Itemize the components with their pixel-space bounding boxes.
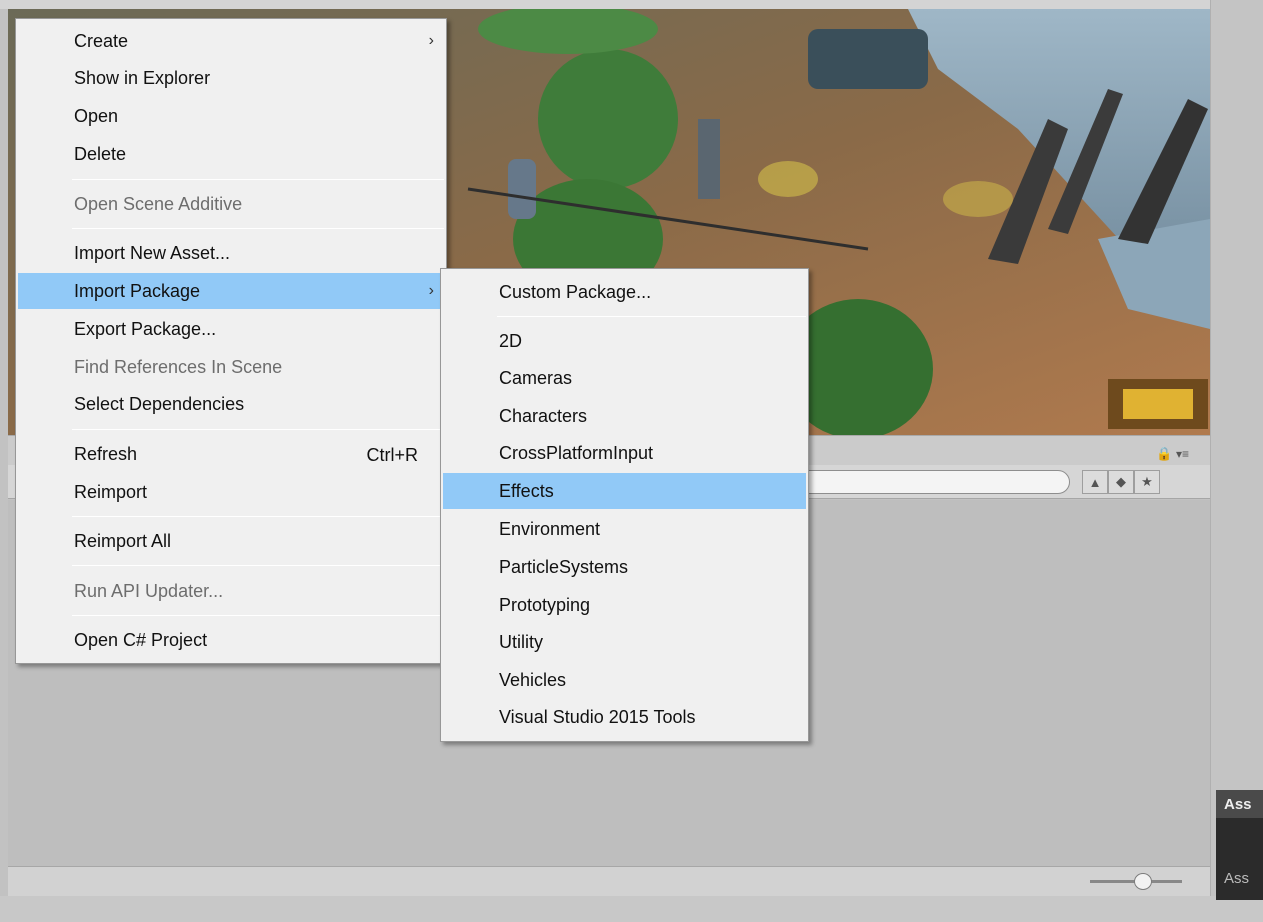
submenu-item-label: CrossPlatformInput	[499, 442, 654, 463]
filter-by-type-button[interactable]: ▲	[1082, 470, 1108, 494]
menu-item-label: Open Scene Additive	[74, 193, 243, 214]
submenu-item-label: Visual Studio 2015 Tools	[499, 706, 696, 727]
submenu-item-label: ParticleSystems	[499, 556, 629, 577]
menu-separator	[72, 228, 444, 229]
tag-icon: ◆	[1116, 474, 1126, 489]
menu-item-open-scene-additive: Open Scene Additive	[18, 186, 444, 222]
menu-item-label: Run API Updater...	[74, 580, 224, 601]
menu-item-export-package[interactable]: Export Package...	[18, 311, 444, 347]
star-icon: ★	[1141, 474, 1153, 489]
menu-item-import-new-asset[interactable]: Import New Asset...	[18, 235, 444, 271]
search-input[interactable]	[790, 470, 1070, 494]
submenu-item-utility[interactable]: Utility	[443, 624, 806, 660]
menu-item-open[interactable]: Open	[18, 98, 444, 134]
menu-item-open-csharp-project[interactable]: Open C# Project	[18, 622, 444, 658]
filter-type-icon: ▲	[1088, 474, 1102, 490]
submenu-item-label: Characters	[499, 405, 588, 426]
menu-item-reimport-all[interactable]: Reimport All	[18, 523, 444, 559]
menu-item-label: Refresh	[74, 443, 138, 464]
menu-item-label: Select Dependencies	[74, 393, 245, 414]
favorites-button[interactable]: ★	[1134, 470, 1160, 494]
menu-item-delete[interactable]: Delete	[18, 136, 444, 172]
panel-menu-icon[interactable]: ▾≡	[1176, 447, 1189, 461]
menu-separator	[72, 179, 444, 180]
asset-store-panel: Ass Ass	[1216, 790, 1263, 900]
submenu-item-2d[interactable]: 2D	[443, 323, 806, 359]
menu-separator	[72, 429, 444, 430]
menu-item-label: Find References In Scene	[74, 356, 283, 377]
menu-item-label: Export Package...	[74, 318, 217, 339]
menu-item-label: Open	[74, 105, 119, 126]
menu-item-run-api-updater: Run API Updater...	[18, 573, 444, 609]
menu-item-label: Reimport	[74, 481, 148, 502]
submenu-item-crossplatforminput[interactable]: CrossPlatformInput	[443, 435, 806, 471]
submenu-item-label: Effects	[499, 480, 554, 501]
submenu-item-particlesystems[interactable]: ParticleSystems	[443, 549, 806, 585]
menu-item-label: Delete	[74, 143, 127, 164]
submenu-item-environment[interactable]: Environment	[443, 511, 806, 547]
right-panel-gutter	[1210, 0, 1263, 922]
submenu-item-label: Environment	[499, 518, 601, 539]
chevron-right-icon: ›	[428, 282, 434, 299]
top-strip	[0, 0, 1263, 9]
submenu-item-effects[interactable]: Effects	[443, 473, 806, 509]
asset-panel-footer: Ass	[1224, 870, 1250, 887]
menu-item-select-dependencies[interactable]: Select Dependencies	[18, 386, 444, 422]
menu-item-find-references: Find References In Scene	[18, 349, 444, 385]
zoom-slider-thumb[interactable]	[1134, 873, 1152, 890]
submenu-item-label: Prototyping	[499, 594, 591, 615]
menu-separator	[72, 516, 444, 517]
menu-separator	[72, 565, 444, 566]
menu-item-reimport[interactable]: Reimport	[18, 474, 444, 510]
context-menu: Create › Show in Explorer Open Delete Op…	[15, 18, 447, 664]
submenu-item-vehicles[interactable]: Vehicles	[443, 662, 806, 698]
submenu-item-label: Vehicles	[499, 669, 567, 690]
menu-item-label: Show in Explorer	[74, 67, 211, 88]
submenu-item-label: Custom Package...	[499, 281, 652, 302]
lock-icon[interactable]: 🔒	[1156, 446, 1172, 462]
submenu-item-label: Utility	[499, 631, 543, 652]
submenu-item-visual-studio-tools[interactable]: Visual Studio 2015 Tools	[443, 699, 806, 735]
asset-panel-title[interactable]: Ass	[1216, 790, 1263, 818]
filter-by-label-button[interactable]: ◆	[1108, 470, 1134, 494]
menu-item-refresh[interactable]: Refresh Ctrl+R	[18, 436, 444, 472]
menu-separator	[72, 615, 444, 616]
menu-item-show-in-explorer[interactable]: Show in Explorer	[18, 60, 444, 96]
submenu-item-prototyping[interactable]: Prototyping	[443, 587, 806, 623]
project-bottom-bar	[8, 866, 1210, 896]
submenu-item-label: Cameras	[499, 367, 573, 388]
submenu-item-label: 2D	[499, 330, 523, 351]
menu-item-label: Create	[74, 30, 129, 51]
submenu-item-cameras[interactable]: Cameras	[443, 360, 806, 396]
chevron-right-icon: ›	[428, 32, 434, 49]
status-bar	[0, 896, 1263, 922]
menu-item-label: Reimport All	[74, 530, 172, 551]
submenu-item-characters[interactable]: Characters	[443, 398, 806, 434]
submenu-item-custom-package[interactable]: Custom Package...	[443, 274, 806, 310]
menu-item-import-package[interactable]: Import Package ›	[18, 273, 444, 309]
menu-item-label: Open C# Project	[74, 629, 208, 650]
menu-separator	[497, 316, 806, 317]
menu-item-shortcut: Ctrl+R	[366, 445, 418, 465]
import-package-submenu: Custom Package... 2D Cameras Characters …	[440, 268, 809, 742]
menu-item-create[interactable]: Create ›	[18, 23, 444, 59]
menu-item-label: Import New Asset...	[74, 242, 231, 263]
menu-item-label: Import Package	[74, 280, 201, 301]
